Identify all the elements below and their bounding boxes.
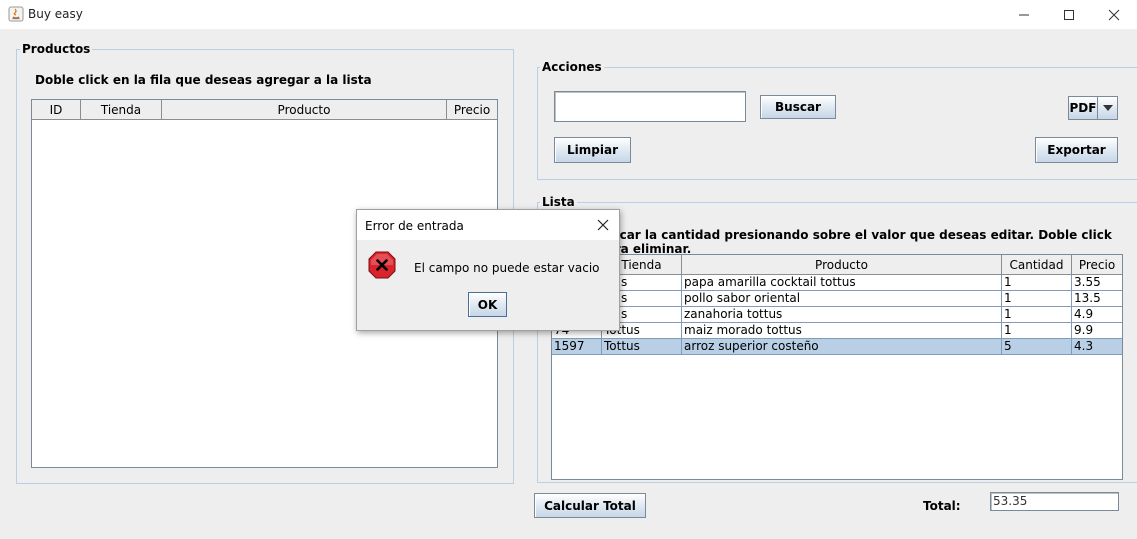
search-input[interactable] <box>554 91 746 122</box>
cell-producto: papa amarilla cocktail tottus <box>682 275 1002 290</box>
column-header-id[interactable]: ID <box>32 100 81 120</box>
ok-button[interactable]: OK <box>468 292 507 317</box>
exportar-button[interactable]: Exportar <box>1035 137 1118 163</box>
cell-producto: arroz superior costeño <box>682 339 1002 354</box>
cell-cantidad[interactable]: 5 <box>1002 339 1072 354</box>
cell-precio: 13.5 <box>1074 291 1101 305</box>
table-row[interactable]: ttus pollo sabor oriental 1 13.5 <box>552 291 1122 307</box>
window-title: Buy easy <box>28 7 83 21</box>
format-selected-value: PDF <box>1069 97 1098 119</box>
lista-table-header: ID Tienda Producto Cantidad Precio <box>552 255 1122 275</box>
lista-group-title: Lista <box>540 195 577 209</box>
cell-producto: zanahoria tottus <box>682 307 1002 322</box>
buscar-button[interactable]: Buscar <box>760 95 836 119</box>
total-label: Total: <box>923 499 961 513</box>
close-button[interactable] <box>1091 0 1137 29</box>
calcular-total-button[interactable]: Calcular Total <box>534 493 646 518</box>
minimize-button[interactable] <box>1001 0 1047 29</box>
cell-producto: pollo sabor oriental <box>682 291 1002 306</box>
close-icon <box>1108 9 1120 20</box>
cell-cantidad[interactable]: 1 <box>1002 275 1072 290</box>
cell-precio: 3.55 <box>1074 275 1101 289</box>
dialog-title-bar: Error de entrada <box>357 210 619 240</box>
table-row-selected[interactable]: 1597 Tottus arroz superior costeño 5 4.3 <box>552 339 1122 355</box>
cell-id: 1597 <box>552 339 602 354</box>
acciones-group-title: Acciones <box>540 60 604 74</box>
lista-instruction: dificar la cantidad presionando sobre el… <box>598 228 1112 256</box>
column-header-precio[interactable]: Precio <box>1072 255 1122 275</box>
cell-cantidad[interactable]: 1 <box>1002 307 1072 322</box>
close-icon <box>597 219 609 231</box>
error-dialog: Error de entrada El campo no puede estar… <box>356 209 620 331</box>
window-title-bar: Buy easy <box>0 0 1137 29</box>
cell-producto: maiz morado tottus <box>682 323 1002 338</box>
cell-cantidad[interactable]: 1 <box>1002 291 1072 306</box>
table-row[interactable]: ttus zanahoria tottus 1 4.9 <box>552 307 1122 323</box>
maximize-button[interactable] <box>1046 0 1092 29</box>
limpiar-button[interactable]: Limpiar <box>554 137 631 163</box>
acciones-group <box>537 67 1137 180</box>
column-header-cantidad[interactable]: Cantidad <box>1002 255 1072 275</box>
column-header-producto[interactable]: Producto <box>682 255 1002 275</box>
productos-instruction: Doble click en la fila que deseas agrega… <box>35 73 372 87</box>
cell-precio: 9.9 <box>1074 323 1094 337</box>
total-value-field: 53.35 <box>990 492 1119 511</box>
dropdown-arrow-icon[interactable] <box>1098 97 1117 119</box>
error-icon <box>368 251 396 279</box>
table-row[interactable]: 74 Tottus maiz morado tottus 1 9.9 <box>552 323 1122 339</box>
lista-table-body: ttus papa amarilla cocktail tottus 1 3.5… <box>552 275 1122 355</box>
maximize-icon <box>1064 9 1074 20</box>
table-row[interactable]: ttus papa amarilla cocktail tottus 1 3.5… <box>552 275 1122 291</box>
format-select[interactable]: PDF <box>1068 96 1118 120</box>
minimize-icon <box>1019 14 1029 15</box>
cell-tienda: Tottus <box>602 339 682 354</box>
java-app-icon <box>8 6 24 22</box>
cell-cantidad[interactable]: 1 <box>1002 323 1072 338</box>
productos-group-title: Productos <box>20 42 93 56</box>
dialog-title: Error de entrada <box>365 219 464 233</box>
productos-table-header: ID Tienda Producto Precio <box>32 100 497 120</box>
dialog-close-button[interactable] <box>595 217 611 233</box>
cell-precio: 4.3 <box>1074 339 1094 353</box>
cell-precio: 4.9 <box>1074 307 1094 321</box>
column-header-precio[interactable]: Precio <box>447 100 497 120</box>
column-header-tienda[interactable]: Tienda <box>81 100 162 120</box>
dialog-message: El campo no puede estar vacio <box>414 261 600 275</box>
lista-table[interactable]: ID Tienda Producto Cantidad Precio ttus … <box>551 254 1123 480</box>
column-header-producto[interactable]: Producto <box>162 100 447 120</box>
